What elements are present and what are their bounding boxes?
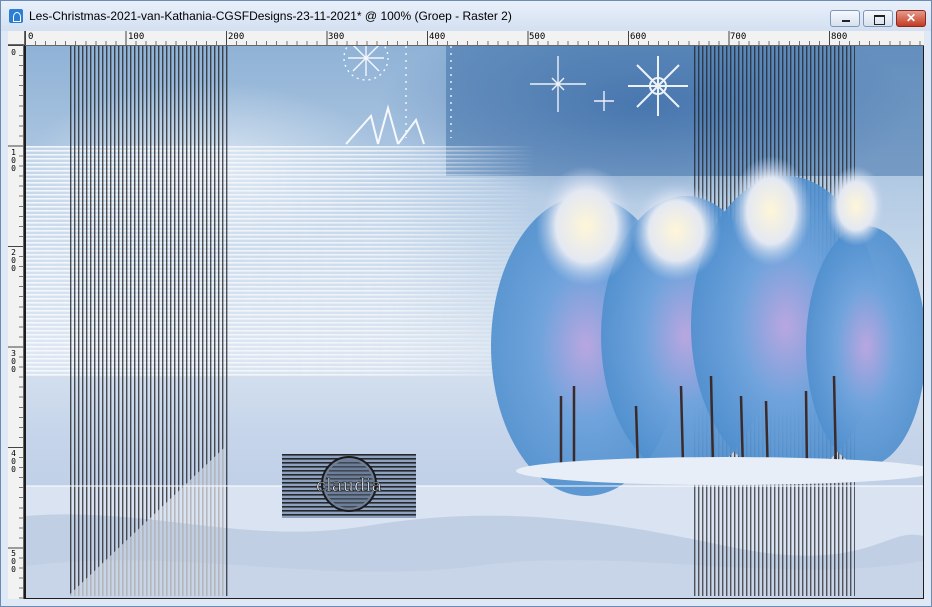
vruler-label: 200: [11, 248, 16, 273]
canvas-artwork: claudia: [26, 46, 923, 598]
app-icon: [9, 9, 23, 23]
hruler-label: 400: [429, 32, 446, 42]
vertical-ruler-ticks: [8, 45, 23, 599]
frosted-trees: [491, 156, 923, 496]
watermark-badge: claudia: [282, 454, 416, 518]
vruler-label: 100: [11, 148, 16, 173]
close-icon: ✕: [905, 11, 917, 25]
hruler-label: 600: [630, 32, 647, 42]
maximize-icon: [874, 15, 885, 25]
hruler-label: 300: [328, 32, 345, 42]
hruler-label: 500: [529, 32, 546, 42]
hruler-label: 700: [730, 32, 747, 42]
vertical-ruler[interactable]: 0 100 200 300 400 500: [8, 45, 24, 599]
hruler-label: 800: [831, 32, 848, 42]
minimize-icon: [842, 20, 850, 22]
maximize-button[interactable]: [863, 10, 893, 27]
title-bar[interactable]: Les-Christmas-2021-van-Kathania-CGSFDesi…: [1, 1, 931, 31]
hruler-label: 0: [28, 32, 34, 42]
hruler-label: 200: [228, 32, 245, 42]
vruler-label: 0: [11, 48, 16, 57]
horizontal-ruler[interactable]: 0 100 200 300 400 500 600 700 800: [25, 31, 924, 46]
hruler-label: 100: [128, 32, 145, 42]
ruler-corner[interactable]: [8, 31, 25, 45]
vruler-label: 500: [11, 549, 16, 574]
horizontal-ruler-ticks: [25, 31, 924, 45]
close-button[interactable]: ✕: [896, 10, 926, 27]
window-title: Les-Christmas-2021-van-Kathania-CGSFDesi…: [29, 9, 512, 23]
minimize-button[interactable]: [830, 10, 860, 27]
watermark-text: claudia: [316, 475, 382, 496]
vruler-label: 400: [11, 449, 16, 474]
image-canvas[interactable]: claudia: [26, 46, 923, 598]
vruler-label: 300: [11, 349, 16, 374]
